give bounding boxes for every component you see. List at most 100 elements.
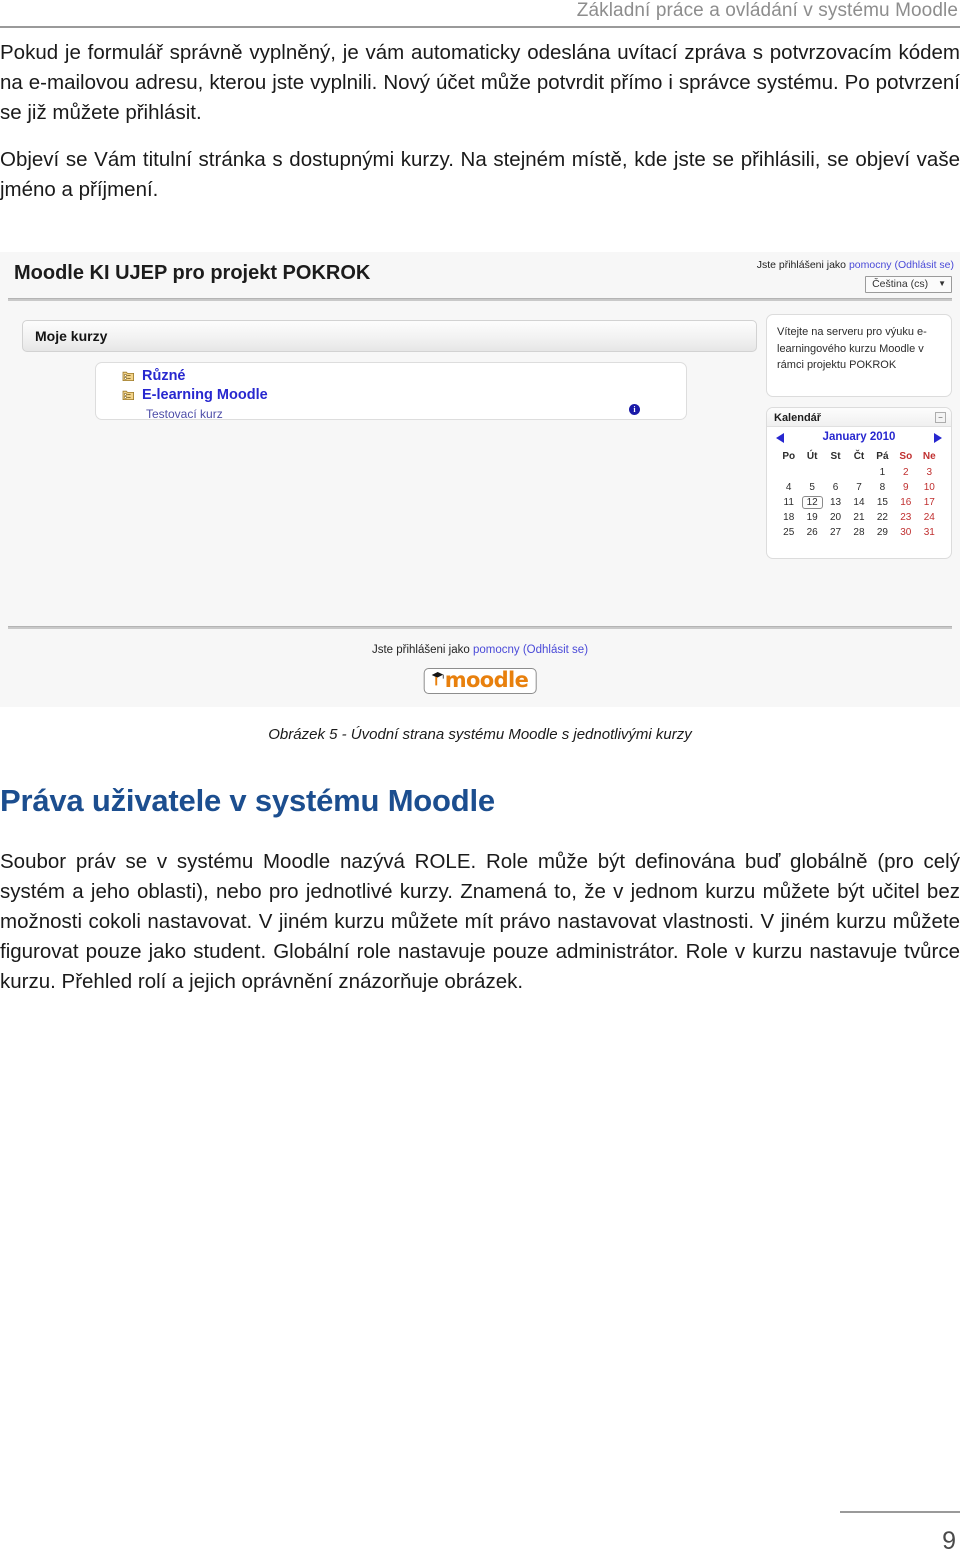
next-month-arrow-icon[interactable]: [934, 433, 942, 443]
calendar-day-10[interactable]: 10: [918, 480, 941, 495]
calendar-day-26[interactable]: 26: [800, 525, 823, 540]
calendar-day-17[interactable]: 17: [918, 495, 941, 510]
calendar-days-body: 1 2 3 4 5 6 7 8 9 10 11 12 13 14 15 16 17 18 19 20 21 22 23 24 2…: [777, 465, 941, 540]
calendar-day-empty: [800, 465, 823, 480]
footer-logout-link[interactable]: (Odhlásit se): [523, 644, 588, 656]
calendar-weekday-ne: Ne: [922, 450, 936, 462]
calendar-week-row: 25 26 27 28 29 30 31: [777, 525, 941, 540]
moodle-footer-divider: [8, 626, 952, 629]
calendar-day-1[interactable]: 1: [871, 465, 894, 480]
calendar-week-row: 123: [777, 465, 941, 480]
moodle-site-title: Moodle KI UJEP pro projekt POKROK: [14, 262, 371, 284]
section-heading: Práva uživatele v systému Moodle: [0, 783, 495, 818]
moodle-topbar: Moodle KI UJEP pro projekt POKROK Jste p…: [0, 252, 960, 297]
course-category-item-elearning-moodle[interactable]: E-learning Moodle: [122, 387, 268, 403]
calendar-block: Kalendář − January 2010 Po Út St Čt Pá So Ne 1…: [766, 407, 952, 559]
login-user-link[interactable]: pomocny: [849, 259, 892, 271]
calendar-nav: January 2010: [767, 430, 951, 447]
calendar-weekday-út: Út: [806, 450, 818, 462]
calendar-weekday-čt: Čt: [853, 450, 865, 462]
graduation-cap-icon: [431, 670, 444, 691]
calendar-day-13[interactable]: 13: [824, 495, 847, 510]
calendar-week-row: 11 12 13 14 15 16 17: [777, 495, 941, 510]
moodle-logo[interactable]: moodle: [423, 668, 537, 694]
calendar-day-9[interactable]: 9: [894, 480, 917, 495]
page-number-rule: [840, 1511, 960, 1513]
figure-caption: Obrázek 5 - Úvodní strana systému Moodle…: [268, 726, 692, 743]
minimize-icon[interactable]: −: [935, 412, 946, 423]
moodle-logo-wordmark: moodle: [444, 668, 529, 692]
course-category-item-ruzne[interactable]: Různé: [122, 368, 186, 384]
course-category-label: Různé: [142, 368, 186, 384]
calendar-day-28[interactable]: 28: [847, 525, 870, 540]
calendar-day-6[interactable]: 6: [824, 480, 847, 495]
calendar-month-label[interactable]: January 2010: [767, 431, 951, 443]
calendar-day-23[interactable]: 23: [894, 510, 917, 525]
calendar-day-18[interactable]: 18: [777, 510, 800, 525]
footer-login-user-link[interactable]: pomocny: [473, 644, 520, 656]
calendar-weekday-so: So: [899, 450, 913, 462]
calendar-weekday-pá: Pá: [876, 450, 889, 462]
calendar-day-11[interactable]: 11: [777, 495, 800, 510]
footer-login-prefix: Jste přihlášeni jako: [371, 644, 473, 656]
calendar-weekday-po: Po: [782, 450, 796, 462]
calendar-day-15[interactable]: 15: [871, 495, 894, 510]
calendar-day-5[interactable]: 5: [800, 480, 823, 495]
running-head: Základní práce a ovládání v systému Mood…: [0, 0, 960, 30]
calendar-day-21[interactable]: 21: [847, 510, 870, 525]
language-select-value: Čeština (cs): [872, 278, 929, 290]
welcome-block-text: Vítejte na serveru pro výuku e-learningo…: [777, 326, 927, 371]
body-text-bottom: Soubor práv se v systému Moodle nazývá R…: [0, 847, 960, 997]
language-select[interactable]: Čeština (cs) ▼: [865, 276, 952, 293]
calendar-weekday-st: St: [830, 450, 841, 462]
logout-link[interactable]: (Odhlásit se): [894, 259, 954, 271]
calendar-day-3[interactable]: 3: [918, 465, 941, 480]
info-icon[interactable]: i: [629, 404, 640, 415]
category-folder-icon: [122, 389, 135, 402]
calendar-day-27[interactable]: 27: [824, 525, 847, 540]
calendar-day-31[interactable]: 31: [918, 525, 941, 540]
calendar-day-12[interactable]: 12: [800, 495, 823, 510]
calendar-header: Kalendář −: [767, 408, 951, 427]
calendar-day-29[interactable]: 29: [871, 525, 894, 540]
login-status-prefix: Jste přihlášeni jako: [756, 259, 849, 271]
calendar-title: Kalendář: [774, 412, 822, 424]
chevron-down-icon: ▼: [938, 279, 946, 288]
category-folder-icon: [122, 370, 135, 383]
moodle-footer-login-status: Jste přihlášeni jako pomocny (Odhlásit s…: [0, 644, 960, 656]
calendar-grid: Po Út St Čt Pá So Ne 1 2 3 4 5 6 7 8 9 10 11 12 13 14 15 16 17…: [777, 450, 941, 540]
calendar-day-empty: [847, 465, 870, 480]
header-divider: [0, 26, 960, 28]
calendar-day-8[interactable]: 8: [871, 480, 894, 495]
calendar-day-14[interactable]: 14: [847, 495, 870, 510]
calendar-day-30[interactable]: 30: [894, 525, 917, 540]
body-text-top: Pokud je formulář správně vyplněný, je v…: [0, 38, 960, 205]
course-category-label: E-learning Moodle: [142, 387, 268, 403]
paragraph: Soubor práv se v systému Moodle nazývá R…: [0, 850, 960, 993]
calendar-day-16[interactable]: 16: [894, 495, 917, 510]
calendar-day-empty: [824, 465, 847, 480]
calendar-weekday-row: Po Út St Čt Pá So Ne: [777, 450, 941, 465]
my-courses-panel-title: Moje kurzy: [35, 328, 108, 344]
page-number: 9: [942, 1527, 956, 1555]
calendar-day-2[interactable]: 2: [894, 465, 917, 480]
calendar-day-22[interactable]: 22: [871, 510, 894, 525]
course-list-box: Různé E-learning Moodle Testovací kurz i: [95, 362, 687, 421]
course-item-testovaci-kurz[interactable]: Testovací kurz: [146, 407, 223, 421]
moodle-login-status: Jste přihlášeni jako pomocny (Odhlásit s…: [757, 259, 954, 271]
calendar-week-row: 18 19 20 21 22 23 24: [777, 510, 941, 525]
welcome-block: Vítejte na serveru pro výuku e-learningo…: [766, 314, 952, 397]
calendar-day-7[interactable]: 7: [847, 480, 870, 495]
paragraph: Objeví se Vám titulní stránka s dostupný…: [0, 148, 960, 201]
calendar-day-24[interactable]: 24: [918, 510, 941, 525]
my-courses-panel-header: Moje kurzy: [22, 320, 757, 352]
calendar-day-19[interactable]: 19: [800, 510, 823, 525]
calendar-day-4[interactable]: 4: [777, 480, 800, 495]
calendar-day-empty: [777, 465, 800, 480]
running-head-title: Základní práce a ovládání v systému Mood…: [576, 0, 958, 21]
moodle-screenshot-figure: Moodle KI UJEP pro projekt POKROK Jste p…: [0, 252, 960, 707]
paragraph: Pokud je formulář správně vyplněný, je v…: [0, 41, 960, 124]
moodle-header-divider: [8, 298, 952, 301]
calendar-day-25[interactable]: 25: [777, 525, 800, 540]
calendar-day-20[interactable]: 20: [824, 510, 847, 525]
